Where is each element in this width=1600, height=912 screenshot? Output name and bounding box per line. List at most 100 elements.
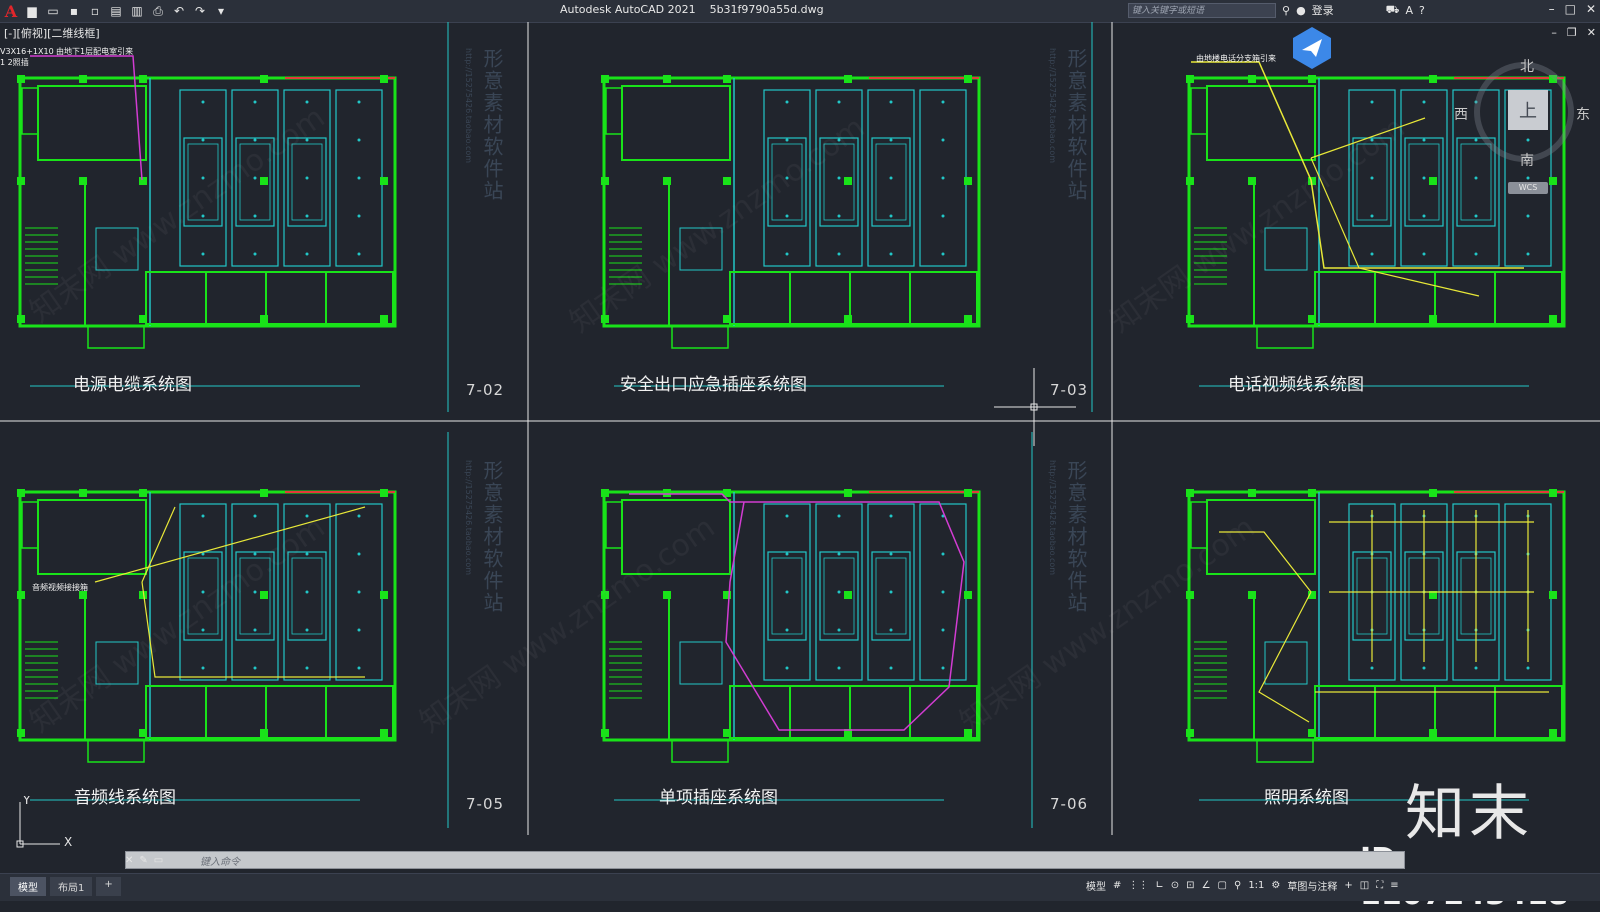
tab-model[interactable]: 模型 — [10, 877, 46, 896]
login-button[interactable]: 登录 — [1312, 2, 1334, 18]
customize-icon[interactable]: ▾ — [212, 2, 230, 20]
outlet-dot — [1422, 214, 1426, 218]
undo-icon[interactable]: ↶ — [170, 2, 188, 20]
column — [844, 591, 852, 599]
outlet-dot — [837, 666, 841, 670]
outlet-dot — [837, 214, 841, 218]
outlet-dot — [837, 628, 841, 632]
minimize-icon[interactable]: – — [1549, 2, 1555, 16]
compass-east[interactable]: 东 — [1576, 104, 1590, 124]
cart-icon[interactable]: ⛟ — [1386, 3, 1400, 18]
search-icon[interactable]: ⚲ — [1282, 4, 1290, 17]
margin-text: 形意素材软件站 — [1064, 48, 1088, 202]
wcs-menu[interactable]: WCS — [1508, 182, 1548, 194]
outlet-dot — [305, 590, 309, 594]
bottom-room — [1314, 685, 1563, 739]
fullscreen-icon[interactable]: ⛶ — [1376, 880, 1383, 891]
outer-wall — [18, 76, 397, 328]
search-input[interactable]: 键入关键字或短语 — [1128, 3, 1276, 18]
column — [964, 177, 972, 185]
cable-spec-label: V3X16+1X10 — [0, 47, 54, 56]
outlet-dot — [889, 214, 893, 218]
command-input[interactable]: 键入命令 — [200, 853, 240, 868]
lineweight-icon[interactable]: ∠ — [1202, 880, 1211, 891]
outlet-dot — [1422, 176, 1426, 180]
outlet-dot — [201, 514, 205, 518]
add-icon[interactable]: + — [1344, 880, 1352, 891]
fixture-block-inner — [187, 557, 219, 635]
save-icon[interactable]: ▪ — [65, 2, 83, 20]
outer-wall — [602, 76, 981, 328]
tab-add[interactable]: + — [96, 877, 121, 896]
outlet-dot — [889, 590, 893, 594]
close-icon[interactable]: ✕ — [1586, 2, 1596, 16]
outlet-dot — [305, 552, 309, 556]
navigation-bar-badge-icon[interactable] — [1290, 26, 1334, 70]
outlet-dot — [357, 666, 361, 670]
outlet-dot — [357, 628, 361, 632]
column — [79, 75, 87, 83]
floor-plan — [601, 75, 981, 387]
viewcube-top-face[interactable]: 上 — [1508, 90, 1548, 130]
fixture-block-inner — [187, 143, 219, 221]
new-icon[interactable]: ▆ — [23, 2, 41, 20]
column — [139, 75, 147, 83]
publish-icon[interactable]: ▤ — [107, 2, 125, 20]
title-bar: A ▆ ▭ ▪ ▫ ▤ ▥ ⎙ ↶ ↷ ▾ Autodesk AutoCAD 2… — [0, 0, 1600, 23]
column — [844, 75, 852, 83]
saveas-icon[interactable]: ▫ — [86, 2, 104, 20]
cable-route — [30, 55, 143, 181]
outlet-dot — [785, 590, 789, 594]
autodesk-app-icon[interactable]: A — [1406, 4, 1414, 17]
outlet-dot — [941, 628, 945, 632]
panel-title: 电话视频线系统图 — [1228, 375, 1364, 395]
ucs-icon: Y X — [16, 796, 72, 849]
column — [964, 489, 972, 497]
column — [260, 75, 268, 83]
annotation-visibility-icon[interactable]: ⚲ — [1234, 880, 1241, 891]
outlet-dot — [201, 138, 205, 142]
model-space-toggle[interactable]: 模型 — [1086, 878, 1106, 893]
snap-icon[interactable]: ⋮⋮ — [1128, 880, 1148, 891]
floor-plan — [17, 489, 397, 801]
app-menu-icon[interactable]: A — [2, 2, 20, 21]
help-icon[interactable]: ? — [1419, 4, 1425, 17]
open-icon[interactable]: ▭ — [44, 2, 62, 20]
compass-west[interactable]: 西 — [1454, 104, 1468, 124]
compass-south[interactable]: 南 — [1520, 150, 1534, 170]
polar-icon[interactable]: ⊙ — [1171, 880, 1179, 891]
outlet-dot — [1526, 214, 1530, 218]
outlet-dot — [1422, 100, 1426, 104]
outlet-dot — [889, 176, 893, 180]
tab-layout1[interactable]: 布局1 — [50, 877, 93, 896]
plot-preview-icon[interactable]: ▥ — [128, 2, 146, 20]
column — [601, 489, 609, 497]
column — [1429, 75, 1437, 83]
isolate-icon[interactable]: ◫ — [1360, 880, 1369, 891]
gear-icon[interactable]: ⚙ — [1271, 880, 1280, 891]
command-close-icon[interactable]: ✕ — [125, 855, 133, 866]
fixture-block-inner — [1460, 143, 1492, 221]
redo-icon[interactable]: ↷ — [191, 2, 209, 20]
annotation-scale[interactable]: 1:1 — [1248, 880, 1264, 891]
workspace-switch[interactable]: 草图与注释 — [1287, 878, 1337, 893]
panel-title: 音频线系统图 — [74, 788, 176, 808]
ortho-icon[interactable]: ∟ — [1155, 880, 1163, 891]
panel-title: 单项插座系统图 — [659, 788, 778, 808]
drawing-canvas[interactable] — [0, 22, 1600, 850]
lighting-line — [1219, 531, 1312, 593]
margin-url: http://15275426.taobao.com — [1048, 460, 1057, 576]
maximize-icon[interactable]: □ — [1565, 2, 1576, 16]
print-icon[interactable]: ⎙ — [149, 2, 167, 20]
command-customize-icon[interactable]: ✎ — [139, 855, 147, 866]
command-history-icon[interactable]: ▭ — [154, 855, 163, 866]
compass-north[interactable]: 北 — [1520, 56, 1534, 76]
user-icon[interactable]: ● — [1296, 4, 1306, 17]
command-line[interactable] — [125, 851, 1405, 869]
grid-icon[interactable]: # — [1113, 880, 1121, 891]
menu-icon[interactable]: ≡ — [1390, 880, 1398, 891]
column — [380, 729, 388, 737]
selection-cycling-icon[interactable]: ▢ — [1218, 880, 1227, 891]
column — [1549, 729, 1557, 737]
osnap-icon[interactable]: ⊡ — [1186, 880, 1194, 891]
